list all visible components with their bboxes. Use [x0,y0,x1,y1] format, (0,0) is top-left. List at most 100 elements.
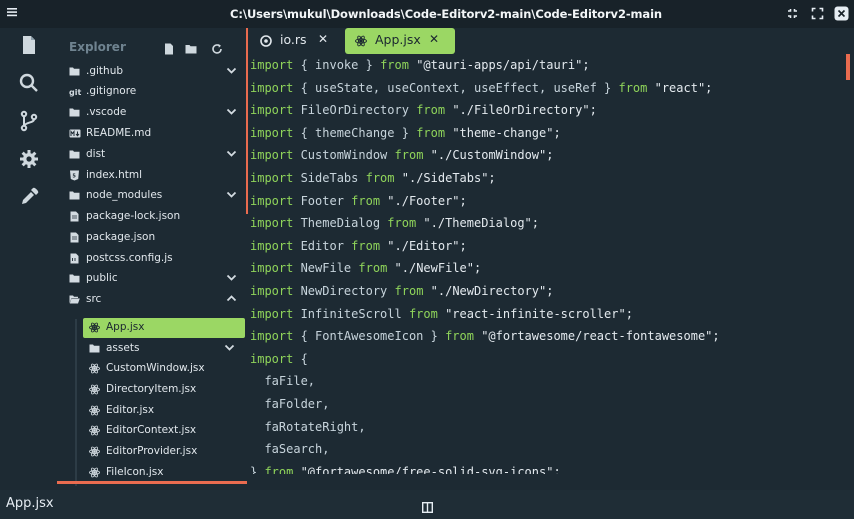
file-icon [69,211,80,222]
tree-file-item[interactable]: EditorProvider.jsx [83,442,245,462]
tree-file-item[interactable]: README.md [55,124,247,144]
tree-folder-item[interactable]: assets [83,339,245,359]
tree-file-item[interactable]: CustomWindow.jsx [83,359,245,379]
code-line: import { FontAwesomeIcon } from "@fortaw… [250,329,720,344]
markdown-icon [69,128,81,139]
code-line: import InfiniteScroll from "react-infini… [250,306,633,321]
title-bar: C:\Users\mukul\Downloads\Code-Editorv2-m… [0,0,854,28]
search-icon[interactable] [18,72,40,94]
code-line: import FileOrDirectory from "./FileOrDir… [250,103,597,118]
tree-file-item[interactable]: git .gitignore [55,82,247,102]
code-line: faSearch, [250,442,330,457]
close-tab-icon[interactable]: ✕ [318,32,328,46]
tree-folder-item[interactable]: dist [55,145,247,165]
tree-item-label: App.jsx [106,321,145,333]
tab-label: App.jsx [375,32,421,47]
refresh-icon[interactable] [211,40,223,54]
chevron-up-icon[interactable] [226,293,237,304]
minimize-icon[interactable] [785,6,800,21]
tree-file-item[interactable]: FileIcon.jsx [83,463,245,483]
maximize-icon[interactable] [810,6,825,21]
folder-open-icon [69,294,80,305]
tab-app-jsx[interactable]: App.jsx ✕ [345,28,455,54]
chevron-down-icon[interactable] [226,189,237,200]
tree-item-label: .github [86,65,124,77]
tree-item-label: FileIcon.jsx [106,466,164,478]
tree-folder-item[interactable]: .vscode [55,103,247,123]
folder-icon [89,343,100,354]
chevron-down-icon[interactable] [226,148,237,159]
layout-toggle-icon[interactable] [421,498,434,514]
chevron-down-icon[interactable] [226,106,237,117]
file-icon [69,232,80,243]
tree-folder-item[interactable]: node_modules [55,186,247,206]
code-line: import SideTabs from "./SideTabs"; [250,171,496,185]
code-line: import NewFile from "./NewFile"; [250,261,482,276]
tree-item-label: package-lock.json [86,210,181,222]
tree-item-label: EditorContext.jsx [106,424,197,436]
tree-item-label: dist [86,148,106,160]
tree-file-item[interactable]: App.jsx [83,318,245,338]
tab-io-rs[interactable]: io.rs ✕ [254,28,338,54]
react-icon [89,467,100,478]
tree-item-label: public [86,272,118,284]
js-icon [69,253,80,264]
code-editor[interactable]: import { invoke } from "@tauri-apps/api/… [248,54,842,474]
close-window-icon[interactable] [834,6,849,21]
html-icon: 5 [69,170,80,181]
explorer-panel: Explorer .github git .gitignore .vscode READ… [55,28,247,486]
settings-icon[interactable] [18,148,40,170]
chevron-down-icon[interactable] [224,342,235,353]
tree-file-item[interactable]: postcss.config.js [55,249,247,269]
tree-item-label: CustomWindow.jsx [106,362,205,374]
tree-file-item[interactable]: EditorContext.jsx [83,421,245,441]
react-icon [89,384,100,395]
tree-item-label: .gitignore [86,85,137,97]
tree-file-item[interactable]: package-lock.json [55,207,247,227]
code-line: faRotateRight, [250,419,366,434]
rust-icon [260,35,272,47]
folder-icon [69,107,80,118]
code-line: import { useState, useContext, useEffect… [250,80,713,95]
tree-folder-item[interactable]: src [55,290,247,310]
tree-folder-item[interactable]: public [55,269,247,289]
src-indent-guide [75,319,77,486]
folder-icon [69,149,80,160]
window-title: C:\Users\mukul\Downloads\Code-Editorv2-m… [230,7,662,21]
tree-item-label: Editor.jsx [106,404,155,416]
files-icon[interactable] [18,34,40,56]
hamburger-menu-icon[interactable] [5,5,19,19]
tree-item-label: src [86,293,102,305]
tree-file-item[interactable]: Editor.jsx [83,401,245,421]
new-folder-icon[interactable] [185,40,197,54]
status-bar: App.jsx [0,490,854,519]
tree-item-label: package.json [86,231,156,243]
code-line: faFolder, [250,397,330,411]
eyedropper-icon[interactable] [18,186,40,208]
react-icon [89,425,100,436]
tree-folder-item[interactable]: .github [55,62,247,82]
editor-scrollbar-thumb[interactable] [846,54,850,80]
tree-item-label: DirectoryItem.jsx [106,383,197,395]
code-line: import { themeChange } from "theme-chang… [250,125,561,140]
tree-file-item[interactable]: package.json [55,228,247,248]
tree-file-item[interactable]: DirectoryItem.jsx [83,380,245,400]
chevron-down-icon[interactable] [226,272,237,283]
tree-file-item[interactable]: 5 index.html [55,166,247,186]
react-icon [89,322,100,333]
code-line: faFile, [250,374,316,389]
code-line: import { invoke } from "@tauri-apps/api/… [250,58,590,72]
close-tab-icon[interactable]: ✕ [429,32,439,46]
new-file-icon[interactable] [163,40,175,55]
tree-item-label: node_modules [86,189,163,201]
tab-label: io.rs [280,32,307,47]
tree-item-label: assets [106,342,140,354]
source-control-icon[interactable] [18,110,40,132]
tree-item-label: postcss.config.js [86,252,173,264]
chevron-down-icon[interactable] [226,65,237,76]
tab-bar: io.rs ✕ App.jsx ✕ [248,28,854,54]
folder-icon [69,190,80,201]
activity-bar [0,28,55,486]
code-line: import NewDirectory from "./NewDirectory… [250,284,554,298]
svg-text:git: git [69,88,81,97]
